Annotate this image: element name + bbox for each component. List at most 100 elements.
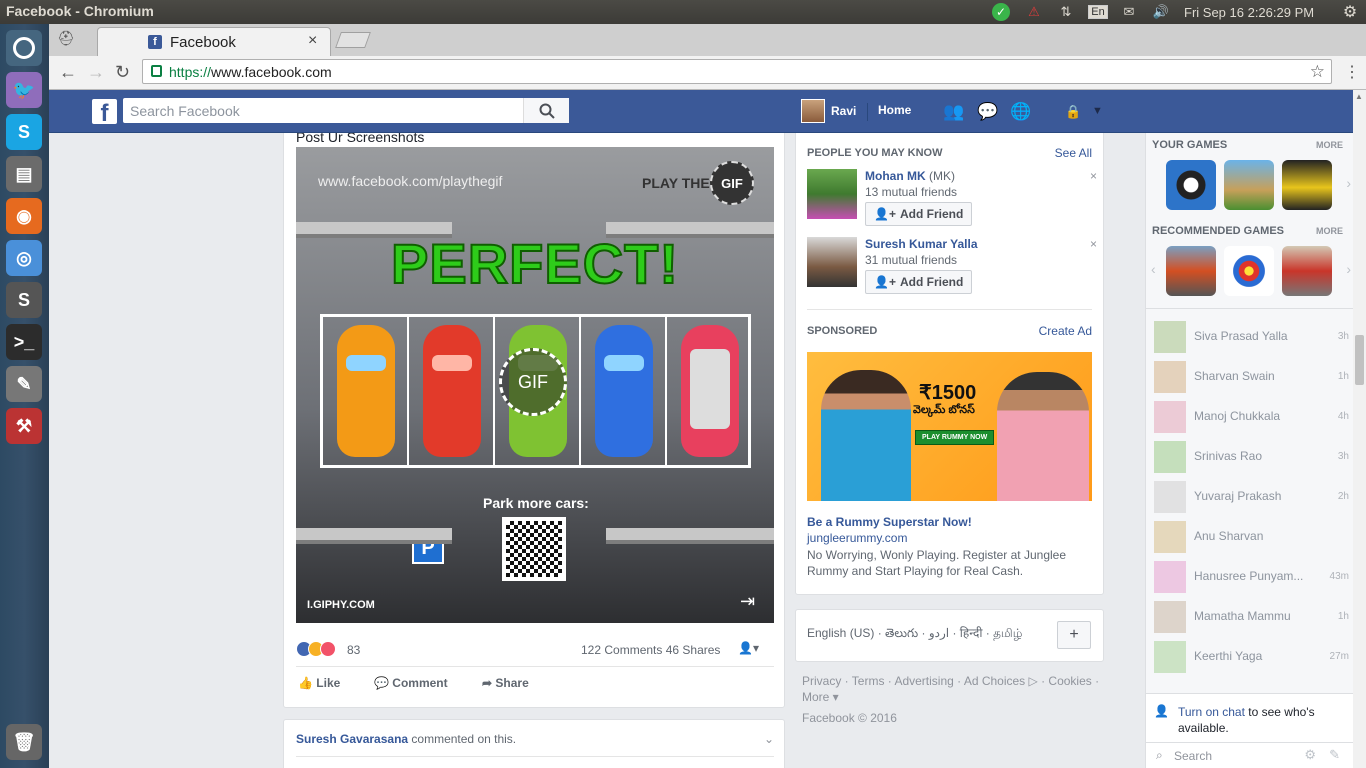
terminal-icon[interactable]: >_: [6, 324, 42, 360]
messages-icon[interactable]: 💬: [977, 102, 999, 122]
dismiss-icon[interactable]: ×: [1090, 169, 1097, 183]
volume-icon[interactable]: 🔊: [1150, 3, 1172, 21]
gif-play-overlay[interactable]: GIF: [499, 348, 567, 416]
clock[interactable]: Fri Sep 16 2:26:29 PM: [1184, 3, 1334, 21]
ad-title[interactable]: Be a Rummy Superstar Now!: [807, 515, 972, 529]
text-editor-icon[interactable]: ✎: [6, 366, 42, 402]
warning-icon[interactable]: ⚠: [1023, 3, 1045, 21]
facebook-search-input[interactable]: Search Facebook: [123, 98, 569, 123]
keyboard-lang-indicator[interactable]: En: [1087, 3, 1109, 21]
add-friend-button[interactable]: 👤+ Add Friend: [865, 270, 973, 294]
scrollbar-thumb[interactable]: [1355, 335, 1364, 385]
pymk-person: Suresh Kumar Yalla 31 mutual friends 👤+ A…: [807, 237, 1097, 297]
back-icon[interactable]: ←: [59, 62, 77, 83]
home-link[interactable]: Home: [878, 103, 911, 117]
firefox-icon[interactable]: ◉: [6, 198, 42, 234]
system-tools-icon[interactable]: ⚒: [6, 408, 42, 444]
forward-icon[interactable]: →: [87, 62, 105, 83]
game-racing-3d-icon[interactable]: [1282, 160, 1332, 210]
chat-friend-row[interactable]: Srinivas Rao 3h: [1154, 439, 1349, 473]
like-button[interactable]: 👍 Like: [298, 676, 340, 690]
sublime-icon[interactable]: S: [6, 282, 42, 318]
reactions-count[interactable]: 83: [347, 643, 360, 657]
commenter-name[interactable]: Suresh Gavarasana: [296, 732, 408, 746]
chat-friend-row[interactable]: Sharvan Swain 1h: [1154, 359, 1349, 393]
search-button[interactable]: [523, 98, 569, 123]
mail-icon[interactable]: ✉: [1118, 3, 1140, 21]
friend-requests-icon[interactable]: 👥: [943, 102, 965, 122]
notifications-globe-icon[interactable]: 🌐: [1010, 102, 1032, 122]
chat-search-icon: ⌕: [1156, 748, 1163, 762]
chat-friend-row[interactable]: Hanusree Punyam... 43m: [1154, 559, 1349, 593]
scroll-up-arrow-icon[interactable]: ▲: [1355, 92, 1363, 101]
close-tab-icon[interactable]: ×: [308, 32, 317, 50]
game-cricket-icon[interactable]: [1224, 160, 1274, 210]
game-car-icon[interactable]: [1282, 246, 1332, 296]
person-photo[interactable]: [807, 237, 857, 287]
chromium-icon[interactable]: ◎: [6, 240, 42, 276]
files-icon[interactable]: ▤: [6, 156, 42, 192]
recommended-next-chevron-icon[interactable]: ›: [1346, 261, 1351, 277]
add-friend-button[interactable]: 👤+ Add Friend: [865, 202, 973, 226]
network-icon[interactable]: ⇅: [1055, 3, 1077, 21]
new-tab-button[interactable]: [335, 32, 371, 48]
tab-facebook[interactable]: f Facebook ×: [97, 27, 331, 56]
skype-icon[interactable]: S: [6, 114, 42, 150]
ad-domain[interactable]: jungleerummy.com: [807, 531, 907, 545]
address-bar[interactable]: https://www.facebook.com ☆: [142, 59, 1332, 84]
facebook-logo-icon[interactable]: f: [92, 99, 117, 127]
create-ad-link[interactable]: Create Ad: [1039, 324, 1092, 338]
open-external-icon[interactable]: ⇥: [740, 591, 755, 612]
dismiss-icon[interactable]: ×: [1090, 237, 1097, 251]
settings-gear-icon[interactable]: ⚙: [1340, 3, 1360, 21]
chat-friend-row[interactable]: Siva Prasad Yalla 3h: [1154, 319, 1349, 353]
games-next-chevron-icon[interactable]: ›: [1346, 175, 1351, 191]
update-ok-icon[interactable]: ✓: [990, 3, 1012, 21]
bookmark-star-icon[interactable]: ☆: [1310, 62, 1325, 82]
chat-friend-row[interactable]: Yuvaraj Prakash 2h: [1154, 479, 1349, 513]
language-links[interactable]: English (US) · తెలుగు · اردو · हिन्दी · …: [807, 624, 1022, 643]
post-gif-image[interactable]: www.facebook.com/playthegif PLAY THE GIF…: [296, 147, 774, 623]
game-moto-icon[interactable]: [1166, 246, 1216, 296]
comments-shares-count[interactable]: 122 Comments 46 Shares: [581, 643, 720, 657]
ad-image[interactable]: ₹1500 వెల్కమ్ బోనస్ PLAY RUMMY NOW: [807, 352, 1092, 501]
page-scrollbar[interactable]: ▲: [1353, 90, 1366, 768]
pidgin-icon[interactable]: 🐦: [6, 72, 42, 108]
more-games-link[interactable]: MORE: [1316, 140, 1343, 150]
turn-on-chat-link[interactable]: Turn on chat: [1178, 705, 1245, 719]
footer-link-list[interactable]: Privacy · Terms · Advertising · Ad Choic…: [802, 673, 1102, 705]
person-name[interactable]: Suresh Kumar Yalla: [865, 237, 978, 251]
mutual-friends[interactable]: 13 mutual friends: [865, 185, 957, 199]
person-photo[interactable]: [807, 169, 857, 219]
chat-friend-row[interactable]: Mamatha Mammu 1h: [1154, 599, 1349, 633]
reload-icon[interactable]: ↻: [115, 62, 130, 83]
privacy-shortcuts-icon[interactable]: 🔒: [1065, 104, 1087, 124]
recommended-prev-chevron-icon[interactable]: ‹: [1151, 261, 1156, 277]
add-language-button[interactable]: +: [1057, 621, 1091, 649]
new-message-icon[interactable]: ✎: [1329, 747, 1340, 763]
chat-friend-row[interactable]: Anu Sharvan: [1154, 519, 1349, 553]
account-menu-chevron-down-icon[interactable]: ▼: [1092, 105, 1114, 125]
game-8-ball-pool-icon[interactable]: [1166, 160, 1216, 210]
chat-options-gear-icon[interactable]: ⚙: [1304, 747, 1316, 763]
person-name[interactable]: Mohan MK (MK): [865, 169, 955, 183]
chat-friend-row[interactable]: Manoj Chukkala 4h: [1154, 399, 1349, 433]
chat-friend-row[interactable]: Keerthi Yaga 27m: [1154, 639, 1349, 673]
share-button[interactable]: ➦ Share: [482, 676, 529, 690]
trash-icon[interactable]: 🗑: [6, 724, 42, 760]
more-recommended-link[interactable]: MORE: [1316, 226, 1343, 236]
chat-search-input[interactable]: Search: [1174, 749, 1212, 763]
comment-button[interactable]: 💬 Comment: [374, 676, 448, 690]
game-archery-icon[interactable]: [1224, 246, 1274, 296]
gif-source-label[interactable]: I.GIPHY.COM: [307, 599, 375, 611]
url-text[interactable]: https://www.facebook.com: [169, 64, 332, 80]
menu-icon[interactable]: ⋮: [1344, 62, 1360, 82]
see-all-link[interactable]: See All: [1055, 146, 1092, 160]
dash-icon[interactable]: [6, 30, 42, 66]
mutual-friends[interactable]: 31 mutual friends: [865, 253, 957, 267]
story-options-chevron-down-icon[interactable]: ⌄: [764, 732, 774, 746]
gif-badge: GIF: [710, 161, 754, 205]
audience-selector-icon[interactable]: 👤▾: [738, 641, 759, 655]
profile-link[interactable]: Ravi: [801, 98, 856, 124]
reaction-icons[interactable]: [296, 641, 336, 657]
